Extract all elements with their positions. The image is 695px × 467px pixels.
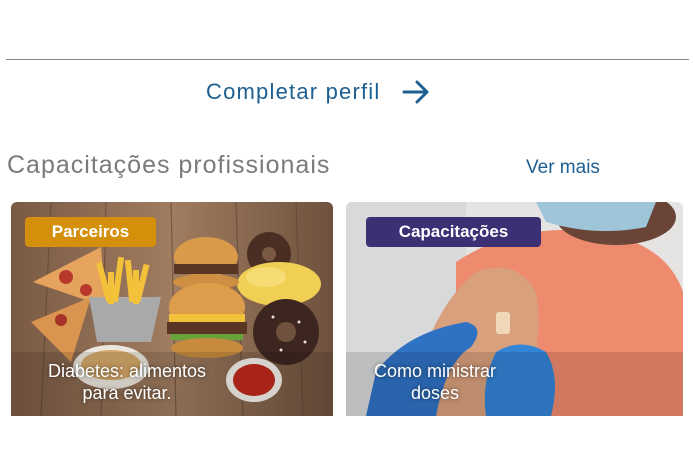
- category-badge: Parceiros: [25, 217, 156, 247]
- card-caption-line: Como ministrar: [373, 361, 497, 381]
- card-caption: Diabetes: alimentos para evitar.: [11, 360, 243, 404]
- course-card[interactable]: Parceiros Diabetes: alimentos para evita…: [11, 202, 333, 416]
- card-caption-line: doses: [410, 383, 460, 403]
- card-caption: Como ministrar doses: [346, 360, 524, 404]
- course-card[interactable]: Capacitações Como ministrar doses: [346, 202, 683, 416]
- arrow-right-icon: [402, 80, 429, 104]
- see-more-link[interactable]: Ver mais: [526, 157, 600, 179]
- complete-profile-label: Completar perfil: [206, 79, 381, 104]
- card-caption-line: Diabetes: alimentos: [47, 361, 207, 381]
- section-title: Capacitações profissionais: [7, 151, 331, 179]
- page: Completar perfil Capacitações profission…: [0, 0, 695, 467]
- category-badge: Capacitações: [366, 217, 541, 247]
- divider: [6, 59, 689, 60]
- card-caption-line: para evitar.: [82, 383, 172, 403]
- complete-profile-link[interactable]: Completar perfil: [206, 79, 430, 105]
